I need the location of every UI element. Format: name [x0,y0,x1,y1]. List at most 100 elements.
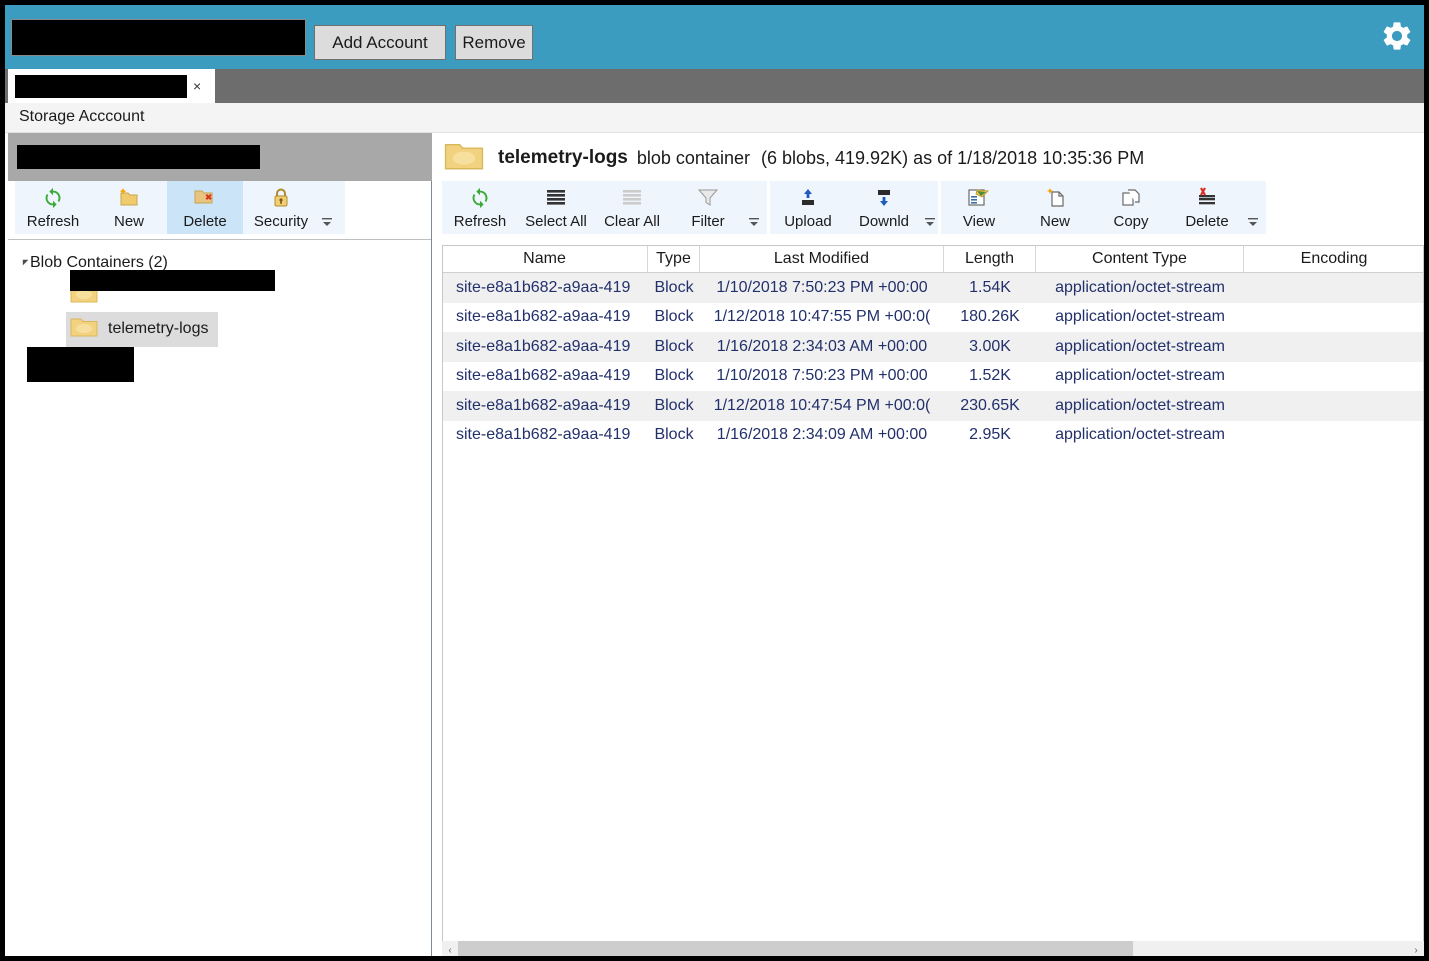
column-header-length[interactable]: Length [944,246,1036,272]
blob-toolbar-filter-label: Filter [691,213,724,230]
refresh-icon [42,186,64,210]
column-header-encoding[interactable]: Encoding [1244,246,1424,272]
new-folder-icon [117,186,141,210]
blob-toolbar-view[interactable]: View [941,181,1017,234]
scrollbar-thumb[interactable] [458,941,1133,959]
left-toolbar-refresh[interactable]: Refresh [15,181,91,234]
table-row[interactable]: site-e8a1b682-a9aa-419 Block 1/16/2018 2… [442,421,1424,451]
blob-toolbar-filter[interactable]: Filter [670,181,746,234]
refresh-icon [469,186,491,210]
delete-file-icon [1195,186,1219,210]
add-account-button[interactable]: Add Account [314,25,446,60]
blob-toolbar-delete[interactable]: Delete [1169,181,1245,234]
blob-toolbar-select-all[interactable]: Select All [518,181,594,234]
blob-table-header: Name Type Last Modified Length Content T… [442,246,1424,273]
blob-toolbar-clear-all-label: Clear All [604,213,660,230]
cell-length: 1.54K [944,279,1036,297]
scroll-right-icon[interactable]: › [1408,941,1424,959]
left-panel: Refresh New Delete [8,133,432,958]
blob-toolbar-new-label: New [1040,213,1070,230]
cell-type: Block [648,308,700,326]
clear-all-icon [621,186,643,210]
blob-toolbar-transfer-group: Upload Downld [770,181,938,234]
tree-group-redaction-overlay [27,347,134,382]
cell-name: site-e8a1b682-a9aa-419 [442,338,648,356]
left-toolbar-delete-label: Delete [183,213,226,230]
blob-toolbar-refresh[interactable]: Refresh [442,181,518,234]
cell-type: Block [648,338,700,356]
tab-storage-account[interactable]: × [8,69,215,103]
blob-toolbar-select-all-label: Select All [525,213,587,230]
upload-icon [797,186,819,210]
copy-icon [1120,186,1142,210]
left-toolbar-refresh-label: Refresh [27,213,80,230]
download-icon [873,186,895,210]
blob-toolbar-view-expand-button[interactable] [746,216,762,234]
remove-account-button[interactable]: Remove [455,25,533,60]
cell-length: 180.26K [944,308,1036,326]
cell-last-modified: 1/10/2018 7:50:23 PM +00:00 [700,367,944,385]
blob-toolbar-view-group: Refresh Select All [442,181,767,234]
select-all-icon [545,186,567,210]
chevron-down-icon[interactable] [8,258,30,268]
blob-toolbar-actions-group: View New Copy [941,181,1266,234]
cell-content-type: application/octet-stream [1036,338,1244,356]
left-toolbar-expand-button[interactable] [319,216,335,234]
close-icon[interactable]: × [193,79,201,93]
lock-icon [271,186,291,210]
left-toolbar-delete[interactable]: Delete [167,181,243,234]
left-toolbar-new[interactable]: New [91,181,167,234]
table-row[interactable]: site-e8a1b682-a9aa-419 Block 1/10/2018 7… [442,273,1424,303]
blob-toolbar-view-label: View [963,213,995,230]
blob-toolbar-download-label: Downld [859,213,909,230]
left-toolbar-security[interactable]: Security [243,181,319,234]
table-row[interactable]: site-e8a1b682-a9aa-419 Block 1/16/2018 2… [442,332,1424,362]
blob-container-icon [442,139,486,178]
cell-last-modified: 1/12/2018 10:47:55 PM +00:0( [700,308,944,326]
column-header-name[interactable]: Name [442,246,648,272]
settings-button[interactable] [1378,19,1416,57]
subtitle-bar: Storage Acccount [5,103,1424,133]
page-title: Storage Acccount [19,108,144,126]
blob-toolbar-transfer-expand-button[interactable] [922,216,938,234]
cell-type: Block [648,367,700,385]
filter-icon [697,186,719,210]
cell-name: site-e8a1b682-a9aa-419 [442,426,648,444]
tree-item-label: telemetry-logs [108,320,208,338]
cell-name: site-e8a1b682-a9aa-419 [442,397,648,415]
blob-toolbar-clear-all[interactable]: Clear All [594,181,670,234]
blob-toolbar-copy-label: Copy [1113,213,1148,230]
cell-content-type: application/octet-stream [1036,308,1244,326]
cell-content-type: application/octet-stream [1036,426,1244,444]
blob-toolbar-actions-expand-button[interactable] [1245,216,1261,234]
tree-item-telemetry-logs[interactable]: telemetry-logs [8,312,431,346]
container-meta: (6 blobs, 419.92K) as of 1/18/2018 10:35… [761,148,1144,169]
blob-toolbar-delete-label: Delete [1185,213,1228,230]
tab-strip: × [5,69,1424,103]
view-icon [967,186,991,210]
table-row[interactable]: site-e8a1b682-a9aa-419 Block 1/12/2018 1… [442,303,1424,333]
new-file-icon [1044,186,1066,210]
table-row[interactable]: site-e8a1b682-a9aa-419 Block 1/10/2018 7… [442,362,1424,392]
container-name: telemetry-logs [498,147,628,169]
blob-toolbar-upload[interactable]: Upload [770,181,846,234]
left-panel-header [8,133,432,181]
scroll-left-icon[interactable]: ‹ [442,941,458,959]
cell-name: site-e8a1b682-a9aa-419 [442,279,648,297]
cell-last-modified: 1/10/2018 7:50:23 PM +00:00 [700,279,944,297]
column-header-content-type[interactable]: Content Type [1036,246,1244,272]
blob-toolbar-download[interactable]: Downld [846,181,922,234]
table-row[interactable]: site-e8a1b682-a9aa-419 Block 1/12/2018 1… [442,391,1424,421]
blob-toolbar-copy[interactable]: Copy [1093,181,1169,234]
cell-length: 3.00K [944,338,1036,356]
account-name-field[interactable] [11,19,306,56]
column-header-last-modified[interactable]: Last Modified [700,246,944,272]
container-type: blob container [637,148,750,169]
horizontal-scrollbar[interactable]: ‹ › [442,941,1424,959]
delete-folder-icon [192,186,218,210]
cell-length: 2.95K [944,426,1036,444]
blob-toolbar-new[interactable]: New [1017,181,1093,234]
column-header-type[interactable]: Type [648,246,700,272]
cell-last-modified: 1/16/2018 2:34:09 AM +00:00 [700,426,944,444]
tree-item-redaction-overlay [70,270,275,291]
